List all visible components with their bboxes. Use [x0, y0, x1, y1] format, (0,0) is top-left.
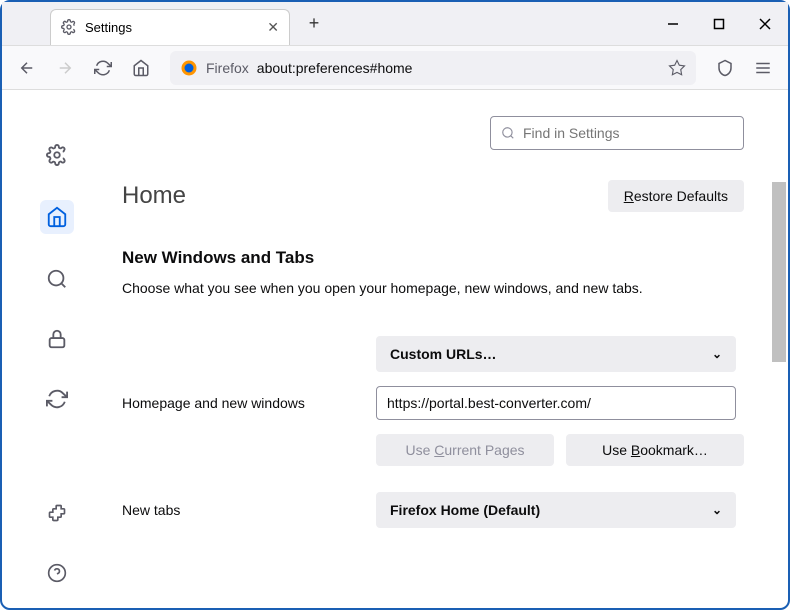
gear-icon: [61, 19, 77, 35]
window-controls: [650, 2, 788, 46]
use-bookmark-button[interactable]: Use Bookmark…: [566, 434, 744, 466]
section-description: Choose what you see when you open your h…: [122, 280, 744, 296]
homepage-mode-select[interactable]: Custom URLs… ⌄: [376, 336, 736, 372]
sidebar-item-extensions[interactable]: [42, 498, 72, 528]
url-bar[interactable]: Firefox about:preferences#home: [170, 51, 696, 85]
bookmark-star-icon[interactable]: [668, 59, 686, 77]
url-text: about:preferences#home: [257, 60, 660, 76]
pocket-button[interactable]: [708, 51, 742, 85]
section-heading: New Windows and Tabs: [122, 248, 744, 268]
find-settings-field[interactable]: [523, 125, 733, 141]
sidebar-item-sync[interactable]: [42, 384, 72, 414]
minimize-button[interactable]: [650, 2, 696, 46]
sidebar-item-privacy[interactable]: [42, 324, 72, 354]
nav-toolbar: Firefox about:preferences#home: [2, 46, 788, 90]
maximize-button[interactable]: [696, 2, 742, 46]
search-icon: [501, 126, 515, 140]
page-title: Home: [122, 182, 186, 210]
browser-tab[interactable]: Settings ✕: [50, 9, 290, 45]
forward-button[interactable]: [48, 51, 82, 85]
use-current-pages-button[interactable]: Use Current Pages: [376, 434, 554, 466]
select-label: Firefox Home (Default): [390, 502, 540, 518]
content-area: Home Restore Defaults New Windows and Ta…: [2, 90, 788, 608]
url-prefix: Firefox: [206, 60, 249, 76]
sidebar-item-home[interactable]: [40, 200, 74, 234]
home-button[interactable]: [124, 51, 158, 85]
reload-button[interactable]: [86, 51, 120, 85]
main-panel: Home Restore Defaults New Windows and Ta…: [112, 90, 788, 608]
firefox-icon: [180, 59, 198, 77]
restore-defaults-button[interactable]: Restore Defaults: [608, 180, 744, 212]
chevron-down-icon: ⌄: [712, 347, 722, 361]
sidebar-item-search[interactable]: [42, 264, 72, 294]
find-settings-input[interactable]: [490, 116, 744, 150]
close-icon[interactable]: ✕: [267, 19, 279, 36]
homepage-label: Homepage and new windows: [122, 395, 356, 411]
settings-sidebar: [2, 90, 112, 608]
menu-button[interactable]: [746, 51, 780, 85]
newtabs-label: New tabs: [122, 502, 356, 518]
homepage-url-input[interactable]: [376, 386, 736, 420]
close-window-button[interactable]: [742, 2, 788, 46]
tab-title: Settings: [85, 20, 259, 35]
chevron-down-icon: ⌄: [712, 503, 722, 517]
sidebar-item-help[interactable]: [42, 558, 72, 588]
new-tab-button[interactable]: +: [300, 10, 328, 38]
back-button[interactable]: [10, 51, 44, 85]
scrollbar[interactable]: [772, 182, 786, 362]
newtabs-select[interactable]: Firefox Home (Default) ⌄: [376, 492, 736, 528]
sidebar-item-general[interactable]: [42, 140, 72, 170]
titlebar: Settings ✕ +: [2, 2, 788, 46]
select-label: Custom URLs…: [390, 346, 497, 362]
